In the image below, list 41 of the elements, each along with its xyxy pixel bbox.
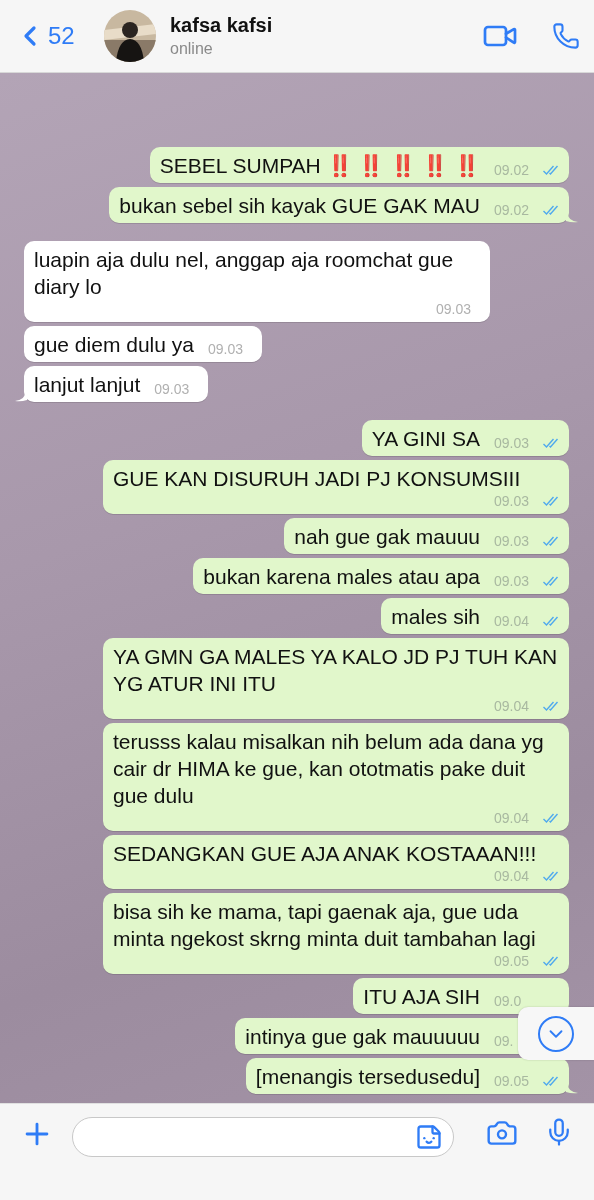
message-time: 09.0 bbox=[494, 993, 523, 1009]
message-time: 09.04 bbox=[494, 613, 531, 629]
message-text: SEBEL SUMPAH ‼ ‼ ‼ ‼ ‼ bbox=[159, 153, 480, 179]
message-time: 09. bbox=[494, 1033, 515, 1049]
message-time: 09.03 bbox=[436, 301, 473, 317]
message-text: gue diem dulu ya bbox=[34, 332, 194, 358]
message-time: 09.04 bbox=[494, 868, 531, 884]
message-time: 09.02 bbox=[494, 162, 531, 178]
message-text: terusss kalau misalkan nih belum ada dana yg cair dr HIMA ke gue, kan ototmatis pake duit gue dulu bbox=[113, 729, 545, 809]
message-text: [menangis tersedusedu] bbox=[255, 1064, 480, 1090]
message-text: bisa sih ke mama, tapi gaenak aja, gue uda minta ngekost skrng minta duit tambahan lagi bbox=[113, 899, 537, 952]
message-time: 09.04 bbox=[494, 698, 531, 714]
message-text: luapin aja dulu nel, anggap aja roomchat gue diary lo bbox=[34, 247, 455, 300]
phone-icon[interactable] bbox=[552, 22, 580, 50]
sticker-icon[interactable] bbox=[415, 1123, 443, 1151]
message-time: 09.04 bbox=[494, 810, 531, 826]
message-time: 09.03 bbox=[154, 381, 191, 397]
message-text: bukan karena males atau apa bbox=[203, 564, 480, 590]
contact-name: kafsa kafsi bbox=[170, 14, 274, 37]
message-text: males sih bbox=[391, 604, 480, 630]
message-time: 09.03 bbox=[494, 493, 531, 509]
message-time: 09.03 bbox=[494, 533, 531, 549]
message-time: 09.05 bbox=[494, 1073, 531, 1089]
message-time: 09.02 bbox=[494, 202, 531, 218]
message-text: YA GINI SA bbox=[371, 426, 480, 452]
message-text: intinya gue gak mauuuuu bbox=[245, 1024, 480, 1050]
message-text: ITU AJA SIH bbox=[363, 984, 480, 1010]
message-text: nah gue gak mauuu bbox=[294, 524, 480, 550]
message-text: bukan sebel sih kayak GUE GAK MAU bbox=[119, 193, 480, 219]
contact-status: online bbox=[170, 40, 214, 58]
message-text: YA GMN GA MALES YA KALO JD PJ TUH KAN YG ATUR INI ITU bbox=[113, 644, 559, 697]
message-time: 09.05 bbox=[494, 953, 531, 969]
message-text: SEDANGKAN GUE AJA ANAK KOSTAAAN!!! bbox=[113, 841, 537, 867]
message-text: lanjut lanjut bbox=[34, 372, 141, 398]
message-input-field[interactable] bbox=[72, 1117, 454, 1157]
message-text: GUE KAN DISURUH JADI PJ KONSUMSIII bbox=[113, 466, 521, 492]
scroll-down-button[interactable] bbox=[518, 1007, 594, 1060]
back-button[interactable]: 52 bbox=[14, 20, 94, 52]
message-time: 09.03 bbox=[494, 435, 531, 451]
message-time: 09.03 bbox=[494, 573, 531, 589]
message-time: 09.03 bbox=[207, 341, 244, 357]
